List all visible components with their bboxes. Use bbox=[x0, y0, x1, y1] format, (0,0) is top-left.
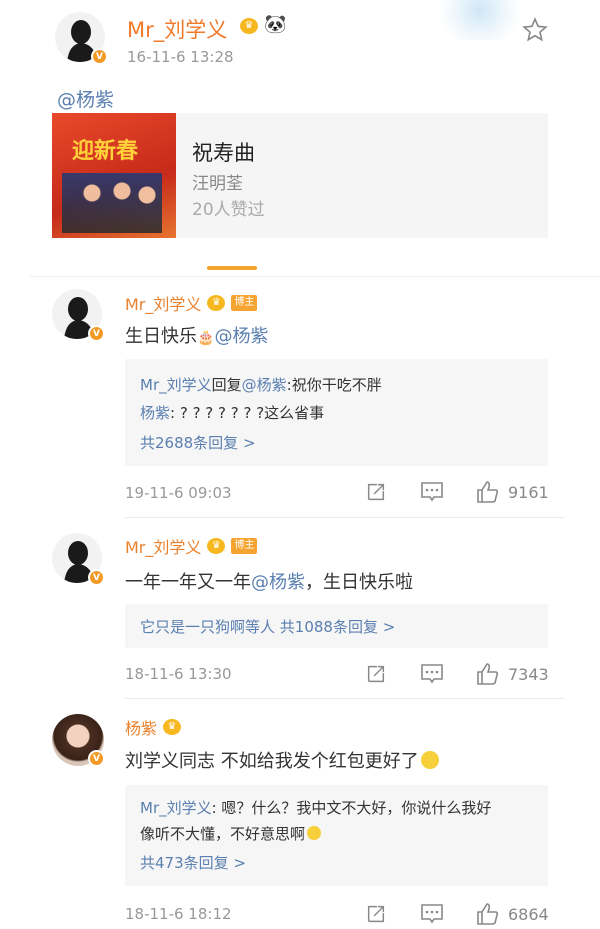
commenter-name[interactable]: Mr_刘学义 bbox=[125, 534, 201, 558]
view-replies-link[interactable]: 共473条回复 > bbox=[140, 852, 246, 873]
album-cover: 迎新春 bbox=[52, 113, 176, 238]
comment-icon[interactable] bbox=[420, 663, 444, 685]
like-icon[interactable] bbox=[476, 480, 500, 504]
panda-icon: 🐼 bbox=[264, 14, 287, 35]
music-likes: 20人赞过 bbox=[192, 200, 265, 220]
author-badge: 博主 bbox=[231, 538, 258, 554]
share-icon[interactable] bbox=[365, 481, 387, 503]
album-cover-text: 迎新春 bbox=[72, 138, 139, 164]
post-header: V Mr_刘学义 ♛ 🐼 16-11-6 13:28 @杨紫 迎新春 祝寿曲 汪… bbox=[0, 0, 600, 270]
emoji-icon bbox=[307, 826, 322, 840]
post-author-name[interactable]: Mr_刘学义 bbox=[127, 14, 227, 44]
decoration bbox=[440, 0, 520, 40]
view-replies-link[interactable]: 共2688条回复 > bbox=[140, 432, 256, 453]
reply-box[interactable]: Mr_刘学义回复@杨紫:祝你干吃不胖 杨紫: ? ? ? ? ? ? ?这么省事… bbox=[125, 359, 548, 466]
crown-icon: ♛ bbox=[207, 538, 226, 554]
mention-link[interactable]: @杨紫 bbox=[214, 326, 268, 347]
like-count: 6864 bbox=[508, 905, 549, 924]
share-icon[interactable] bbox=[365, 663, 387, 685]
comment-text: 一年一年又一年@杨紫，生日快乐啦 bbox=[125, 572, 413, 593]
reply-line: Mr_刘学义回复@杨紫:祝你干吃不胖 bbox=[140, 376, 382, 394]
reply-summary: 它只是一只狗啊等人 共1088条回复 > bbox=[140, 618, 396, 636]
mention-link[interactable]: @杨紫 bbox=[57, 85, 114, 112]
comment-icon[interactable] bbox=[420, 903, 444, 925]
view-replies-link[interactable]: 共1088条回复 > bbox=[280, 618, 396, 636]
post-time: 16-11-6 13:28 bbox=[127, 48, 234, 66]
comment-time: 18-11-6 18:12 bbox=[125, 905, 232, 923]
crown-icon: ♛ bbox=[207, 295, 226, 311]
verified-icon: V bbox=[88, 750, 105, 767]
like-count: 9161 bbox=[508, 483, 549, 502]
cake-icon: 🎂 bbox=[197, 330, 215, 346]
author-badge: 博主 bbox=[231, 295, 258, 311]
mention-link[interactable]: @杨紫 bbox=[251, 572, 305, 593]
reply-line: 杨紫: ? ? ? ? ? ? ?这么省事 bbox=[140, 404, 325, 422]
verified-icon: V bbox=[91, 48, 108, 65]
tab-indicator bbox=[207, 266, 257, 270]
music-card[interactable]: 迎新春 祝寿曲 汪明荃 20人赞过 bbox=[52, 113, 548, 238]
smile-icon bbox=[420, 751, 439, 769]
comment-item: V Mr_刘学义 ♛ 博主 生日快乐🎂@杨紫 Mr_刘学义回复@杨紫:祝你干吃不… bbox=[0, 277, 600, 517]
crown-icon: ♛ bbox=[163, 719, 182, 735]
crown-icon: ♛ bbox=[240, 18, 258, 34]
reply-box[interactable]: Mr_刘学义: 嗯？什么？我中文不大好，你说什么我好 像听不大懂，不好意思啊 共… bbox=[125, 785, 548, 886]
share-icon[interactable] bbox=[365, 903, 387, 925]
reply-line: Mr_刘学义: 嗯？什么？我中文不大好，你说什么我好 bbox=[140, 799, 492, 817]
like-icon[interactable] bbox=[476, 902, 500, 926]
verified-icon: V bbox=[88, 325, 105, 342]
star-icon[interactable] bbox=[522, 17, 548, 43]
music-title: 祝寿曲 bbox=[192, 141, 255, 165]
comment-time: 18-11-6 13:30 bbox=[125, 665, 232, 683]
comment-text: 刘学义同志 不如给我发个红包更好了 bbox=[125, 747, 439, 773]
comment-item: V Mr_刘学义 ♛ 博主 一年一年又一年@杨紫，生日快乐啦 它只是一只狗啊等人… bbox=[0, 518, 600, 698]
comment-item: V 杨紫 ♛ 刘学义同志 不如给我发个红包更好了 Mr_刘学义: 嗯？什么？我中… bbox=[0, 699, 600, 929]
comment-time: 19-11-6 09:03 bbox=[125, 484, 232, 502]
verified-icon: V bbox=[88, 569, 105, 586]
commenter-name[interactable]: Mr_刘学义 bbox=[125, 291, 201, 315]
like-count: 7343 bbox=[508, 665, 549, 684]
like-icon[interactable] bbox=[476, 662, 500, 686]
comment-text: 生日快乐🎂@杨紫 bbox=[125, 326, 269, 347]
commenter-name[interactable]: 杨紫 bbox=[125, 715, 157, 739]
reply-box[interactable]: 它只是一只狗啊等人 共1088条回复 > bbox=[125, 604, 548, 648]
music-artist: 汪明荃 bbox=[192, 174, 243, 194]
comment-icon[interactable] bbox=[420, 481, 444, 503]
reply-line: 像听不大懂，不好意思啊 bbox=[140, 823, 322, 844]
